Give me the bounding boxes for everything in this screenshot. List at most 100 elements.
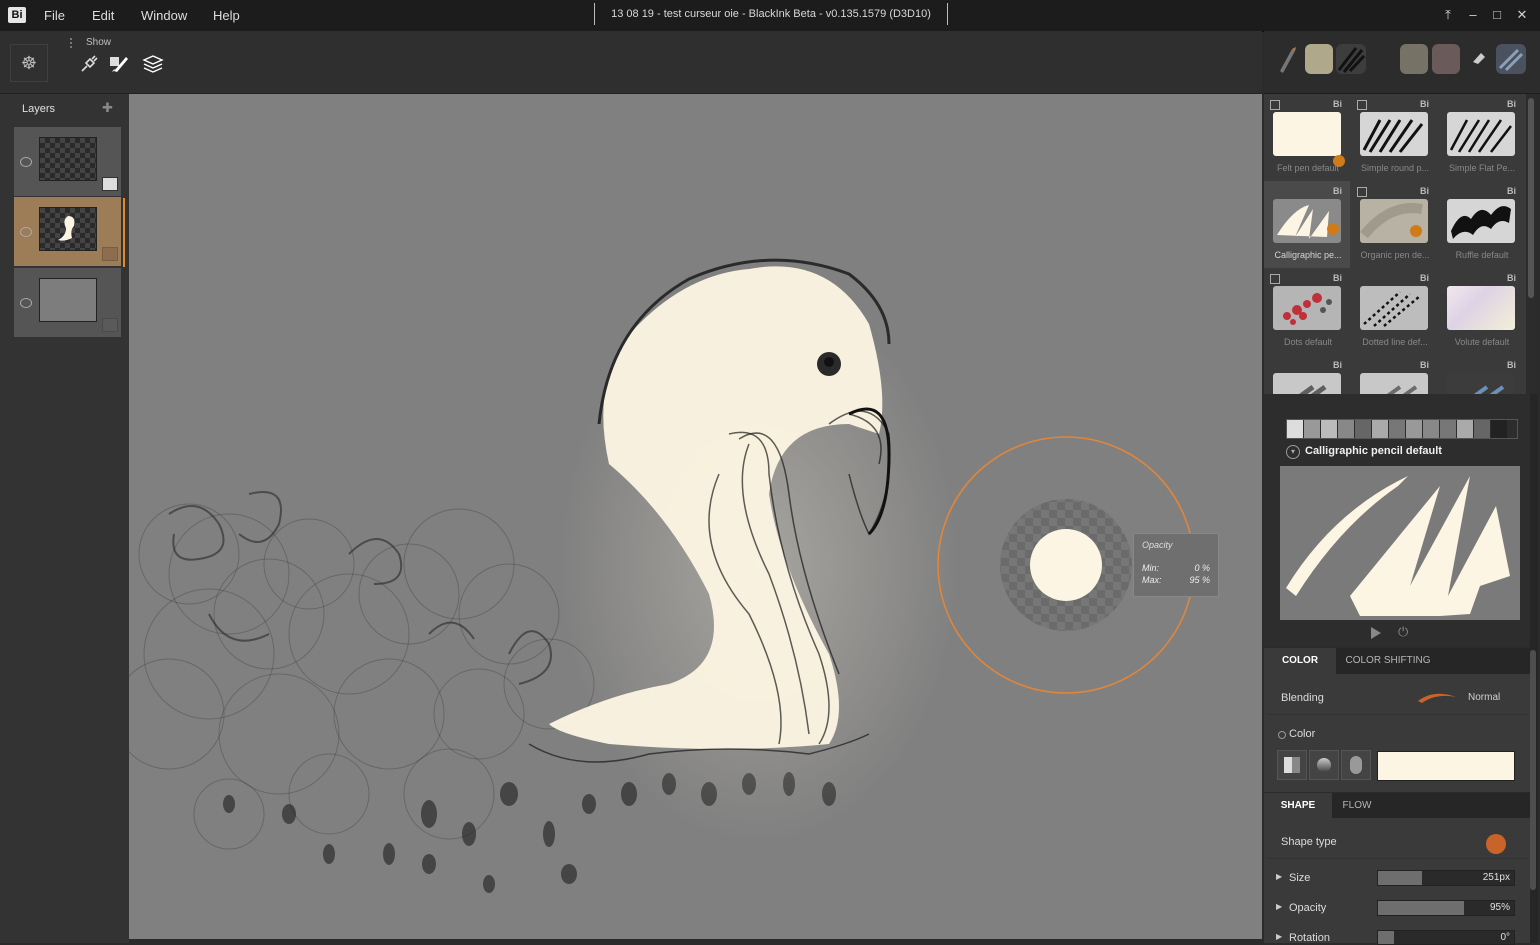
- brush-dots[interactable]: Bi Dots default: [1264, 268, 1350, 355]
- tab-flow[interactable]: FLOW: [1334, 793, 1380, 818]
- brush-type-icon: [1357, 100, 1367, 110]
- preset-variant[interactable]: [1389, 420, 1405, 438]
- blend-stroke-icon: [1418, 693, 1456, 703]
- minimize-button[interactable]: –: [1463, 6, 1483, 24]
- layer-thumbnail: [39, 278, 97, 322]
- menu-help[interactable]: Help: [213, 8, 240, 23]
- brush-volute[interactable]: Bi Volute default: [1438, 268, 1524, 355]
- ship-wheel-icon[interactable]: ☸: [10, 44, 48, 82]
- preset-variant[interactable]: [1440, 420, 1456, 438]
- chevron-down-icon[interactable]: ▾: [1286, 445, 1300, 459]
- add-layer-icon[interactable]: ✚: [102, 100, 120, 118]
- brush-organic-pen[interactable]: Bi Organic pen de...: [1351, 181, 1437, 268]
- brush-calligraphic-pencil[interactable]: Bi Calligraphic pe...: [1264, 181, 1350, 268]
- brush-name: Dotted line def...: [1362, 337, 1428, 347]
- brush-cell-partial[interactable]: Bi: [1351, 355, 1437, 394]
- brush-simple-round[interactable]: Bi Simple round p...: [1351, 94, 1437, 181]
- layer-row[interactable]: [14, 268, 121, 337]
- preset-variant[interactable]: [1457, 420, 1473, 438]
- tab-color-shifting[interactable]: COLOR SHIFTING: [1338, 648, 1438, 674]
- preset-variant[interactable]: [1321, 420, 1337, 438]
- preset-variant[interactable]: [1372, 420, 1388, 438]
- power-icon[interactable]: ⏻: [1398, 624, 1408, 640]
- eye-icon[interactable]: [20, 227, 32, 237]
- opacity-value: 95%: [1489, 902, 1510, 913]
- properties-scroll-thumb[interactable]: [1530, 650, 1536, 890]
- color-tabs: COLOR COLOR SHIFTING: [1264, 648, 1530, 674]
- preset-variant[interactable]: [1355, 420, 1371, 438]
- preset-variant[interactable]: [1406, 420, 1422, 438]
- brush-library: Bi Felt pen default Bi Simple round p...…: [1264, 94, 1526, 394]
- pin-window-icon[interactable]: ⤒: [1438, 6, 1458, 24]
- brush-thumbnail: [1360, 286, 1428, 330]
- expand-triangle-icon[interactable]: ▶: [1276, 872, 1282, 881]
- menu-file[interactable]: File: [44, 8, 65, 23]
- bi-badge: Bi: [1420, 186, 1429, 196]
- color-portrait-icon[interactable]: [1341, 750, 1371, 780]
- tab-color[interactable]: COLOR: [1264, 648, 1336, 674]
- brush-cell-partial[interactable]: Bi: [1264, 355, 1350, 394]
- menu-window[interactable]: Window: [141, 8, 187, 23]
- brush-library-scroll-thumb[interactable]: [1528, 98, 1534, 298]
- layers-icon[interactable]: [142, 53, 164, 75]
- blend-mode-icon[interactable]: [102, 318, 118, 332]
- brush-simple-flat[interactable]: Bi Simple Flat Pe...: [1438, 94, 1524, 181]
- brush-category-pencil[interactable]: [1336, 44, 1366, 74]
- pen-nib-icon[interactable]: [1276, 45, 1298, 75]
- plug-icon[interactable]: [78, 53, 100, 75]
- layer-thumbnail: [39, 137, 97, 181]
- bi-badge: Bi: [1333, 360, 1342, 370]
- expand-triangle-icon[interactable]: ▶: [1276, 932, 1282, 941]
- brush-cell-partial[interactable]: Bi: [1438, 355, 1524, 394]
- layer-row-selected[interactable]: [14, 197, 121, 266]
- blending-mode-select[interactable]: Normal: [1468, 692, 1500, 703]
- menu-edit[interactable]: Edit: [92, 8, 114, 23]
- brush-name: Ruffle default: [1455, 250, 1509, 260]
- toolbar-grip[interactable]: [70, 38, 78, 48]
- eye-icon[interactable]: [20, 157, 32, 167]
- color-gradient-icon[interactable]: [1309, 750, 1339, 780]
- show-label: Show: [86, 37, 112, 48]
- preset-variant-strip[interactable]: [1286, 419, 1518, 439]
- layer-row[interactable]: [14, 127, 121, 196]
- color-radio[interactable]: [1278, 731, 1286, 739]
- layers-title: Layers: [22, 103, 56, 115]
- expand-triangle-icon[interactable]: ▶: [1276, 902, 1282, 911]
- drawing-canvas[interactable]: Opacity Min: 0 % Max: 95 %: [129, 94, 1262, 939]
- preset-variant[interactable]: [1423, 420, 1439, 438]
- brush-category-organic[interactable]: [1400, 44, 1428, 74]
- brush-ruffle[interactable]: Bi Ruffle default: [1438, 181, 1524, 268]
- preset-variant[interactable]: [1287, 420, 1303, 438]
- preset-variant[interactable]: [1491, 420, 1507, 438]
- brush-name: Volute default: [1454, 337, 1510, 347]
- tab-shape[interactable]: SHAPE: [1264, 793, 1332, 818]
- preset-variant[interactable]: [1474, 420, 1490, 438]
- brush-category-dots[interactable]: [1432, 44, 1460, 74]
- brush-felt-pen[interactable]: Bi Felt pen default: [1264, 94, 1350, 181]
- rotation-value: 0°: [1500, 932, 1510, 943]
- brush-thumbnail: [1360, 199, 1428, 243]
- eye-icon[interactable]: [20, 298, 32, 308]
- color-swatch[interactable]: [1377, 751, 1515, 781]
- maximize-button[interactable]: □: [1487, 6, 1507, 24]
- brush-category-blend[interactable]: [1496, 44, 1526, 74]
- size-label: Size: [1289, 872, 1311, 884]
- play-icon[interactable]: [1370, 626, 1382, 640]
- brush-thumbnail: [1273, 199, 1341, 243]
- layer-thumbnail: [39, 207, 97, 251]
- color-grid-icon[interactable]: [1277, 750, 1307, 780]
- brush-dotted-line[interactable]: Bi Dotted line def...: [1351, 268, 1437, 355]
- shape-type-circle-icon[interactable]: [1486, 834, 1506, 854]
- blend-mode-icon[interactable]: [102, 247, 118, 261]
- eraser-icon[interactable]: [1470, 49, 1488, 67]
- lock-icon[interactable]: [102, 177, 118, 191]
- preset-variant[interactable]: [1304, 420, 1320, 438]
- tooltip-max-label: Max:: [1142, 575, 1162, 585]
- color-preview-dot: [1030, 529, 1102, 601]
- preset-variant[interactable]: [1338, 420, 1354, 438]
- title-bar: Bi File Edit Window Help 13 08 19 - test…: [0, 0, 1540, 32]
- brush-icon[interactable]: [108, 53, 130, 75]
- brush-category-felt[interactable]: [1305, 44, 1333, 74]
- size-slider-fill: [1378, 871, 1422, 885]
- close-button[interactable]: ✕: [1512, 6, 1532, 24]
